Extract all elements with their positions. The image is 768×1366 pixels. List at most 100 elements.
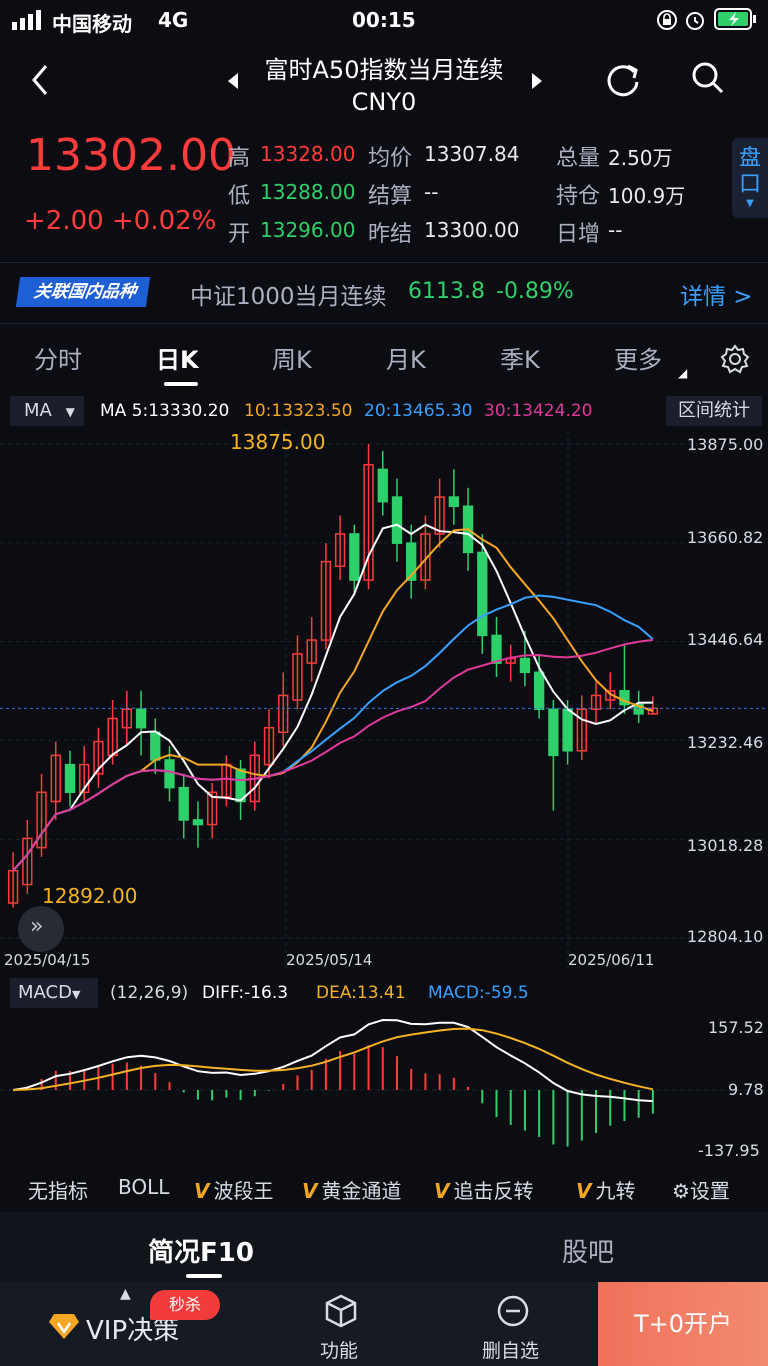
settings-gear-icon[interactable] xyxy=(720,344,750,374)
macd-selector-label: MACD xyxy=(18,982,72,1003)
tab-monthly[interactable]: 月K xyxy=(386,340,426,375)
low-label: 低 xyxy=(228,184,251,209)
macd-diff-line xyxy=(12,1018,653,1103)
candle-body xyxy=(377,468,388,503)
ma-selector-label: MA xyxy=(24,400,52,421)
next-contract-icon[interactable] xyxy=(530,72,544,90)
last-price: 13302.00 xyxy=(26,130,236,181)
candle-body xyxy=(192,819,204,826)
detail-link[interactable]: 详情 > xyxy=(680,277,753,311)
indicator-gold-channel[interactable]: V 黄金通道 xyxy=(302,1175,401,1204)
high-value: 13328.00 xyxy=(260,142,356,166)
tab-intraday[interactable]: 分时 xyxy=(34,340,82,375)
vip-button[interactable]: ▲ VIP决策 xyxy=(0,1282,256,1366)
indicator-boll[interactable]: BOLL xyxy=(118,1175,169,1199)
macd-chart[interactable] xyxy=(0,1010,768,1165)
change-amount: +2.00 xyxy=(24,206,104,236)
active-subtab-indicator xyxy=(186,1274,222,1278)
vip-v-icon: V xyxy=(576,1179,592,1203)
macd-diff: DIFF:-16.3 xyxy=(202,983,289,1003)
date-axis-label: 2025/05/14 xyxy=(286,951,373,969)
tab-more[interactable]: 更多 xyxy=(614,340,662,375)
price-axis-label: 13660.82 xyxy=(687,528,764,547)
remove-watchlist-button[interactable]: 删自选 xyxy=(426,1282,598,1366)
date-axis-label: 2025/06/11 xyxy=(568,951,655,969)
indicator-chase-reverse[interactable]: V 追击反转 xyxy=(434,1175,533,1204)
macd-axis-label: 157.52 xyxy=(708,1018,764,1037)
range-stats-button[interactable]: 区间统计 xyxy=(666,396,762,426)
macd-value: MACD:-59.5 xyxy=(428,983,529,1003)
macd-selector[interactable]: MACD▼ xyxy=(10,978,98,1008)
status-bar: 中国移动 4G 00:15 xyxy=(0,0,768,40)
settle-label: 结算 xyxy=(368,184,413,209)
indicator-label: 设置 xyxy=(689,1179,730,1203)
clock: 00:15 xyxy=(352,8,416,32)
diamond-icon xyxy=(49,1314,79,1339)
candle-body xyxy=(135,708,147,729)
ma5-legend: MA 5:13330.20 xyxy=(100,401,230,421)
refresh-icon[interactable] xyxy=(604,60,642,98)
function-button[interactable]: 功能 xyxy=(256,1282,426,1366)
related-badge: 关联国内品种 xyxy=(15,277,151,307)
double-chevron-right-icon: » xyxy=(30,914,44,939)
carrier: 中国移动 xyxy=(52,12,132,36)
price-axis-label: 13018.28 xyxy=(687,836,764,855)
related-product-bar[interactable]: 关联国内品种 中证1000当月连续 6113.8 -0.89% 详情 > xyxy=(0,262,768,324)
candle-body xyxy=(391,496,403,544)
network: 4G xyxy=(158,8,189,32)
remove-watchlist-label: 删自选 xyxy=(482,1340,540,1362)
candle-body xyxy=(548,708,559,757)
volume-value: 2.50万 xyxy=(608,146,673,170)
expand-button[interactable]: » xyxy=(18,906,64,952)
seckill-badge: 秒杀 xyxy=(150,1290,220,1320)
price-axis-label: 13232.46 xyxy=(687,733,764,752)
daily-inc-label: 日增 xyxy=(556,222,601,247)
ma5-line xyxy=(12,523,653,872)
candle-body xyxy=(178,786,189,821)
pankou-label: 盘口 xyxy=(738,146,761,197)
indicator-settings[interactable]: ⚙设置 xyxy=(672,1175,730,1204)
related-change: -0.89% xyxy=(496,279,574,304)
ma-selector[interactable]: MA ▼ xyxy=(10,396,84,426)
alarm-icon xyxy=(686,12,704,30)
ma20-legend: 20:13465.30 xyxy=(364,401,473,421)
signal-icon xyxy=(12,10,41,30)
tab-daily[interactable]: 日K xyxy=(156,340,199,375)
lock-rotation-icon xyxy=(657,10,677,30)
macd-axis-label: -137.95 xyxy=(698,1141,760,1160)
price-axis-label: 12804.10 xyxy=(687,927,764,946)
macd-axis-label: 9.78 xyxy=(728,1080,764,1099)
chevron-down-icon: ▼ xyxy=(65,405,75,419)
daily-inc-value: -- xyxy=(608,218,623,242)
tab-f10[interactable]: 简况F10 xyxy=(148,1232,254,1269)
low-extreme-label: 12892.00 xyxy=(42,884,138,908)
date-axis-label: 2025/04/15 xyxy=(4,951,91,969)
indicator-none[interactable]: 无指标 xyxy=(28,1175,88,1204)
battery-icon xyxy=(714,8,756,30)
low-value: 13288.00 xyxy=(260,180,356,204)
tab-weekly[interactable]: 周K xyxy=(272,340,312,375)
candle-body xyxy=(562,708,573,752)
indicator-wave-king[interactable]: V 波段王 xyxy=(194,1175,273,1204)
candle-body xyxy=(349,533,360,581)
tab-quarterly[interactable]: 季K xyxy=(500,340,540,375)
open-value: 13296.00 xyxy=(260,218,356,242)
back-icon[interactable] xyxy=(28,62,52,98)
pankou-button[interactable]: 盘口 ▼ xyxy=(732,138,768,218)
tab-forum[interactable]: 股吧 xyxy=(562,1232,614,1269)
caret-down-icon: ▼ xyxy=(746,198,754,209)
price-axis-label: 13446.64 xyxy=(687,630,764,649)
indicator-label: 波段王 xyxy=(213,1179,274,1203)
open-label: 开 xyxy=(228,222,251,247)
volume-label: 总量 xyxy=(556,146,601,171)
prev-settle-label: 昨结 xyxy=(368,222,413,247)
settle-value: -- xyxy=(424,180,439,204)
period-tabs: 分时 日K 周K 月K 季K 更多 ◢ xyxy=(0,330,768,390)
active-tab-indicator xyxy=(164,382,198,386)
open-account-button[interactable]: T+0开户 xyxy=(598,1282,768,1366)
indicator-nine-turn[interactable]: V 九转 xyxy=(576,1175,635,1204)
search-icon[interactable] xyxy=(690,60,726,96)
candle-body xyxy=(491,634,502,664)
function-label: 功能 xyxy=(320,1340,359,1362)
candle-body xyxy=(150,731,161,761)
